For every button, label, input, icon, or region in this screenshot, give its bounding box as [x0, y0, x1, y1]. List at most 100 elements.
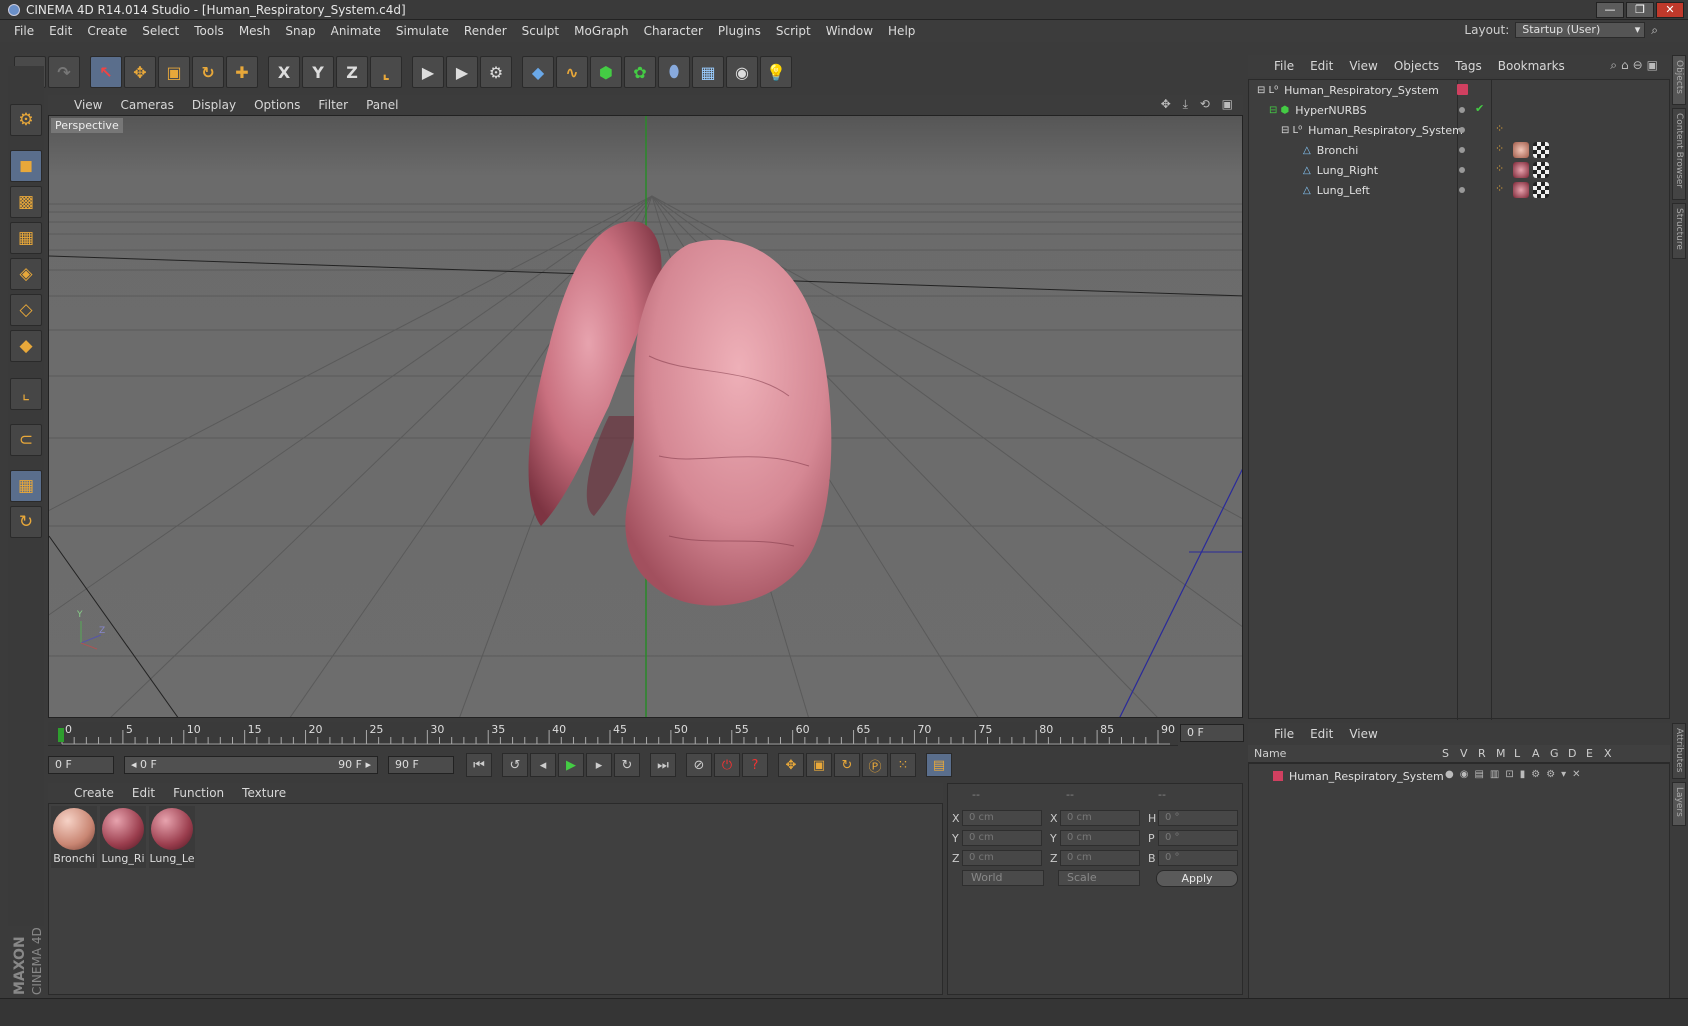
camera-icon[interactable]: ◉ — [726, 56, 758, 88]
scale-icon[interactable]: ▣ — [158, 56, 190, 88]
object-row[interactable]: △ Lung_Right ⁘ — [1249, 160, 1669, 180]
cube-icon[interactable]: ◆ — [522, 56, 554, 88]
key-pla-icon[interactable]: ⁙ — [890, 753, 916, 777]
render-settings-icon[interactable]: ⚙ — [480, 56, 512, 88]
key-position-icon[interactable]: ✥ — [778, 753, 804, 777]
size-y-field[interactable]: 0 cm — [1060, 830, 1140, 846]
viewport-menu-panel[interactable]: Panel — [366, 98, 398, 112]
size-x-field[interactable]: 0 cm — [1060, 810, 1140, 826]
visibility-dot[interactable] — [1459, 107, 1465, 113]
visibility-dot[interactable] — [1459, 187, 1465, 193]
next-key-icon[interactable]: ↻ — [614, 753, 640, 777]
menu-plugins[interactable]: Plugins — [718, 24, 761, 38]
add-object-icon[interactable]: ✚ — [226, 56, 258, 88]
object-row[interactable]: ⊟ L⁰ Human_Respiratory_System — [1249, 80, 1669, 100]
rotate-icon[interactable]: ↻ — [192, 56, 224, 88]
object-menu-view[interactable]: View — [1349, 59, 1377, 73]
material-menu-create[interactable]: Create — [74, 786, 114, 800]
object-manager-nav-icons[interactable]: ⌕⌂⊖▣ — [1610, 58, 1662, 73]
phong-tag-icon[interactable]: ⁘ — [1495, 162, 1504, 175]
material-menu-function[interactable]: Function — [173, 786, 224, 800]
size-z-field[interactable]: 0 cm — [1060, 850, 1140, 866]
goto-end-icon[interactable]: ⏭ — [650, 753, 676, 777]
layout-dropdown[interactable]: Startup (User) — [1515, 22, 1646, 38]
key-scale-icon[interactable]: ▣ — [806, 753, 832, 777]
menu-sculpt[interactable]: Sculpt — [522, 24, 559, 38]
viewport-menu-options[interactable]: Options — [254, 98, 300, 112]
object-menu-tags[interactable]: Tags — [1455, 59, 1482, 73]
key-parameter-icon[interactable]: Ⓟ — [862, 753, 888, 777]
menu-mograph[interactable]: MoGraph — [574, 24, 629, 38]
search-icon[interactable]: ⌕ — [1651, 23, 1658, 38]
menu-select[interactable]: Select — [142, 24, 179, 38]
play-icon[interactable]: ▶ — [558, 753, 584, 777]
material-bronchi[interactable]: Bronchi — [51, 806, 97, 868]
object-row[interactable]: ⊟ L⁰ Human_Respiratory_System ⁘ — [1249, 120, 1669, 140]
y-axis-button[interactable]: Y — [302, 56, 334, 88]
viewport-menu-filter[interactable]: Filter — [318, 98, 348, 112]
phong-tag-icon[interactable]: ⁘ — [1495, 182, 1504, 195]
menu-render[interactable]: Render — [464, 24, 507, 38]
timeline-window-icon[interactable]: ▤ — [926, 753, 952, 777]
object-menu-bookmarks[interactable]: Bookmarks — [1498, 59, 1565, 73]
menu-create[interactable]: Create — [87, 24, 127, 38]
menu-snap[interactable]: Snap — [285, 24, 315, 38]
apply-button[interactable]: Apply — [1156, 870, 1238, 887]
live-selection-icon[interactable]: ↖ — [90, 56, 122, 88]
edges-mode-icon[interactable]: ◇ — [10, 294, 42, 326]
object-row[interactable]: △ Bronchi ⁘ — [1249, 140, 1669, 160]
rot-b-field[interactable]: 0 ° — [1158, 850, 1238, 866]
record-keys-icon[interactable]: ⊘ — [686, 753, 712, 777]
maximize-button[interactable]: ❐ — [1626, 2, 1654, 18]
visibility-dot[interactable] — [1459, 147, 1465, 153]
menu-help[interactable]: Help — [888, 24, 915, 38]
polygons-mode-icon[interactable]: ◆ — [10, 330, 42, 362]
rot-p-field[interactable]: 0 ° — [1158, 830, 1238, 846]
axis-mode-icon[interactable]: ⌞ — [10, 378, 42, 410]
phong-tag-icon[interactable]: ⁘ — [1495, 142, 1504, 155]
material-lung-right[interactable]: Lung_Ri — [100, 806, 146, 868]
material-lung-left[interactable]: Lung_Le — [149, 806, 195, 868]
move-icon[interactable]: ✥ — [124, 56, 156, 88]
previous-frame-icon[interactable]: ◂ — [530, 753, 556, 777]
render-picture-viewer-icon[interactable]: ▶ — [446, 56, 478, 88]
close-button[interactable]: ✕ — [1656, 2, 1684, 18]
tab-content-browser[interactable]: Content Browser — [1672, 108, 1686, 200]
perspective-viewport[interactable]: Perspective Y Z — [48, 115, 1243, 718]
workplane-icon[interactable]: ▦ — [10, 222, 42, 254]
spline-icon[interactable]: ∿ — [556, 56, 588, 88]
material-tag-icon[interactable] — [1513, 142, 1529, 158]
pos-z-field[interactable]: 0 cm — [962, 850, 1042, 866]
object-row[interactable]: ⊟ ⬢ HyperNURBS ✔ — [1249, 100, 1669, 120]
object-menu-objects[interactable]: Objects — [1394, 59, 1439, 73]
object-menu-file[interactable]: File — [1274, 59, 1294, 73]
current-frame-field[interactable]: 0 F — [1180, 724, 1244, 742]
keyframe-selection-icon[interactable]: ? — [742, 753, 768, 777]
uvw-tag-icon[interactable] — [1533, 162, 1549, 178]
layer-menu-edit[interactable]: Edit — [1310, 727, 1333, 741]
menu-character[interactable]: Character — [644, 24, 703, 38]
end-frame-field[interactable]: 90 F — [388, 756, 454, 774]
menu-simulate[interactable]: Simulate — [396, 24, 449, 38]
timeline-ruler[interactable]: 0 5 10 15 20 25 30 35 40 45 50 55 60 65 70 75 80 85 90 — [48, 722, 1178, 746]
menu-animate[interactable]: Animate — [331, 24, 381, 38]
tab-attributes[interactable]: Attributes — [1672, 723, 1686, 779]
material-menu-texture[interactable]: Texture — [242, 786, 286, 800]
tab-layers[interactable]: Layers — [1672, 782, 1686, 826]
start-frame-field[interactable]: 0 F — [48, 756, 114, 774]
redo-icon[interactable]: ↷ — [48, 56, 80, 88]
render-view-icon[interactable]: ▶ — [412, 56, 444, 88]
layer-menu-file[interactable]: File — [1274, 727, 1294, 741]
object-menu-edit[interactable]: Edit — [1310, 59, 1333, 73]
coordinate-system-icon[interactable]: ⌞ — [370, 56, 402, 88]
model-mode-icon[interactable]: ◼ — [10, 150, 42, 182]
layer-row[interactable]: Human_Respiratory_System ●◉▤▥⊡▮⚙⚙▾✕ — [1249, 766, 1669, 786]
menu-window[interactable]: Window — [826, 24, 873, 38]
enabled-check-icon[interactable]: ✔ — [1475, 102, 1484, 115]
nurbs-icon[interactable]: ⬢ — [590, 56, 622, 88]
x-axis-button[interactable]: X — [268, 56, 300, 88]
tab-structure[interactable]: Structure — [1672, 203, 1686, 259]
minimize-button[interactable]: — — [1596, 2, 1624, 18]
layer-menu-view[interactable]: View — [1349, 727, 1377, 741]
make-editable-icon[interactable]: ⚙ — [10, 104, 42, 136]
